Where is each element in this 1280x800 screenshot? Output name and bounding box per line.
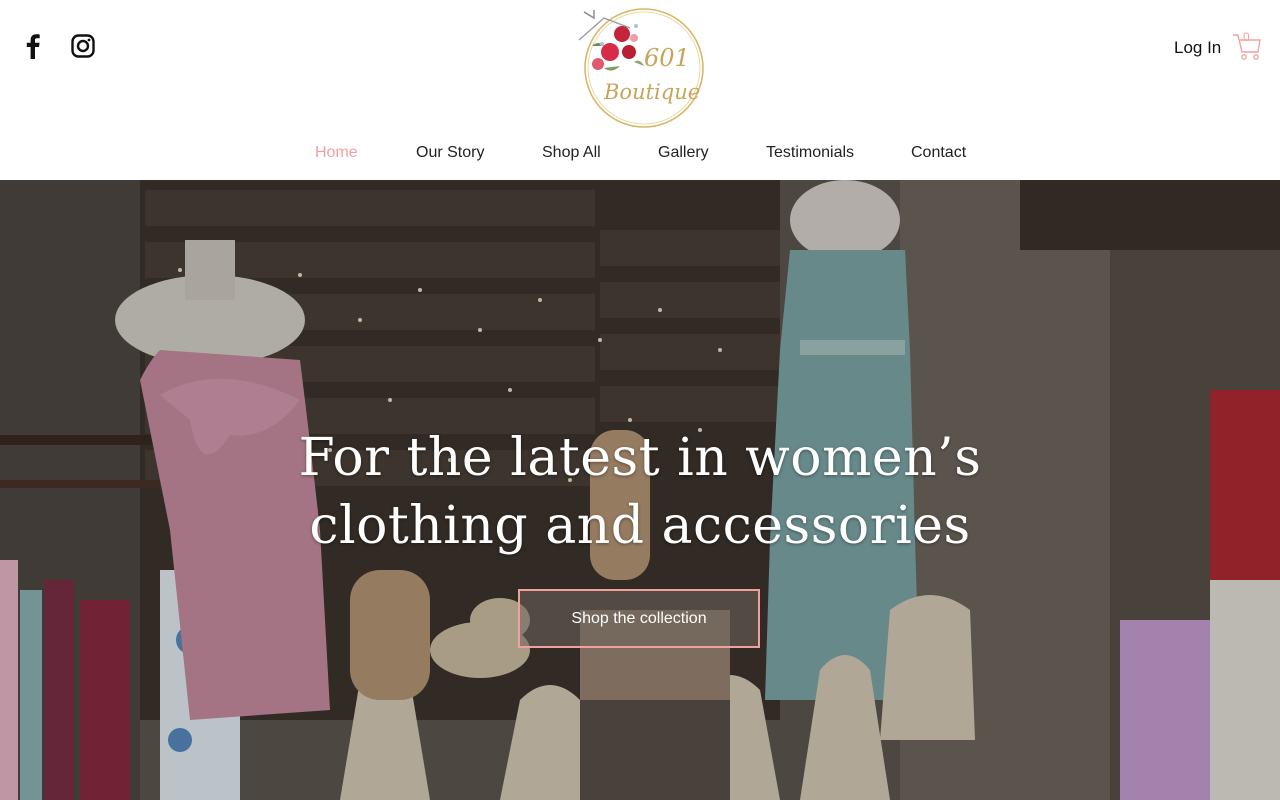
cart-button[interactable]: 0 <box>1232 30 1262 62</box>
nav-our-story[interactable]: Our Story <box>416 144 484 162</box>
facebook-icon[interactable] <box>20 32 46 60</box>
nav-testimonials[interactable]: Testimonials <box>766 144 854 162</box>
shop-collection-button[interactable]: Shop the collection <box>518 589 760 648</box>
nav-shop-all[interactable]: Shop All <box>542 144 601 162</box>
nav-gallery[interactable]: Gallery <box>658 144 709 162</box>
nav-home[interactable]: Home <box>315 144 358 162</box>
nav-contact[interactable]: Contact <box>911 144 966 162</box>
cart-count: 0 <box>1243 30 1250 44</box>
site-header: 601 Boutique Log In 0 Home Our Story Sho… <box>0 0 1280 180</box>
social-links <box>20 32 96 60</box>
main-nav: Home Our Story Shop All Gallery Testimon… <box>0 144 1280 166</box>
logo-number: 601 <box>644 44 690 72</box>
hero-title-line2: clothing and accessories <box>309 496 971 556</box>
instagram-icon[interactable] <box>70 32 96 60</box>
logo-wordmark: Boutique <box>604 80 701 104</box>
hero-title-line1: For the latest in women’s <box>298 428 982 488</box>
hero-title: For the latest in women’s clothing and a… <box>0 424 1280 560</box>
logo[interactable]: 601 Boutique <box>574 6 708 130</box>
hero-banner: For the latest in women’s clothing and a… <box>0 180 1280 800</box>
login-link[interactable]: Log In <box>1174 38 1221 58</box>
